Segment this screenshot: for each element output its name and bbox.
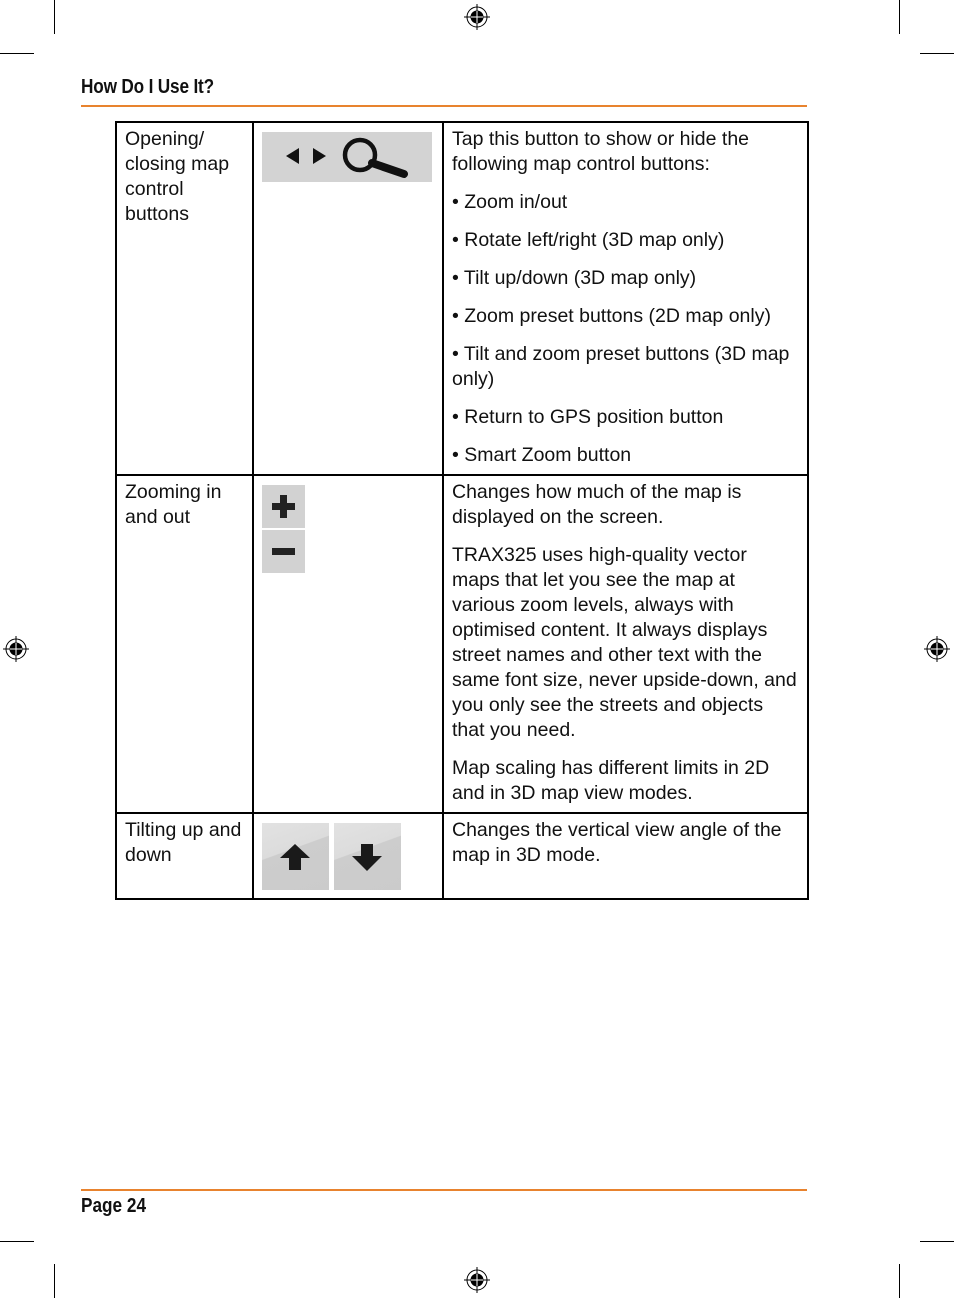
minus-icon bbox=[272, 548, 295, 555]
arrow-up-icon bbox=[280, 844, 310, 870]
arrow-down-icon bbox=[352, 844, 382, 871]
tilt-down-button bbox=[334, 823, 401, 890]
crop-mark bbox=[899, 1264, 900, 1298]
table-row: Tilting up and down Changes the vertical… bbox=[115, 812, 809, 900]
bullet-item: • Tilt up/down (3D map only) bbox=[452, 267, 697, 289]
description-text: Changes the vertical view angle of the m… bbox=[452, 819, 782, 866]
bullet-item: • Zoom in/out bbox=[452, 191, 568, 213]
description-text: Changes how much of the map is displayed… bbox=[452, 481, 742, 528]
header-rule bbox=[81, 105, 807, 107]
bullet-item: • Tilt and zoom preset buttons (3D map o… bbox=[452, 343, 790, 390]
feature-name: Opening/ closing map control buttons bbox=[115, 121, 254, 476]
feature-name: Tilting up and down bbox=[115, 812, 254, 900]
feature-description: Changes how much of the map is displayed… bbox=[442, 474, 809, 814]
feature-icon-cell bbox=[252, 474, 444, 814]
feature-icon-cell bbox=[252, 121, 444, 476]
feature-name: Zooming in and out bbox=[115, 474, 254, 814]
crop-mark bbox=[0, 53, 34, 54]
feature-icon-cell bbox=[252, 812, 444, 900]
zoom-in-button bbox=[262, 485, 305, 528]
table-row: Opening/ closing map control buttons Tap… bbox=[115, 121, 809, 476]
table-row: Zooming in and out Changes how much of t… bbox=[115, 474, 809, 814]
bullet-item: • Rotate left/right (3D map only) bbox=[452, 229, 725, 251]
crop-mark bbox=[0, 1241, 34, 1242]
footer-rule bbox=[81, 1189, 807, 1191]
description-text: Map scaling has different limits in 2D a… bbox=[452, 757, 770, 804]
registration-mark-icon bbox=[464, 1267, 490, 1293]
tilt-up-button bbox=[262, 823, 329, 890]
feature-description: Changes the vertical view angle of the m… bbox=[442, 812, 809, 900]
magnifier-icon bbox=[342, 137, 408, 178]
registration-mark-icon bbox=[924, 636, 950, 662]
description-text: Tap this button to show or hide the foll… bbox=[452, 128, 750, 175]
feature-table: Opening/ closing map control buttons Tap… bbox=[115, 121, 809, 900]
bullet-item: • Zoom preset buttons (2D map only) bbox=[452, 305, 771, 327]
crop-mark bbox=[899, 0, 900, 34]
running-head: How Do I Use It? bbox=[81, 76, 214, 98]
registration-mark-icon bbox=[464, 4, 490, 30]
crop-mark bbox=[54, 1264, 55, 1298]
zoom-out-button bbox=[262, 530, 305, 573]
crop-mark bbox=[54, 0, 55, 34]
feature-description: Tap this button to show or hide the foll… bbox=[442, 121, 809, 476]
plus-icon bbox=[272, 495, 295, 518]
page-number: Page 24 bbox=[81, 1195, 147, 1217]
description-text: TRAX325 uses high-quality vector maps th… bbox=[452, 544, 797, 741]
registration-mark-icon bbox=[3, 636, 29, 662]
crop-mark bbox=[920, 53, 954, 54]
triangle-left-icon bbox=[286, 148, 299, 164]
bullet-item: • Smart Zoom button bbox=[452, 444, 632, 466]
triangle-right-icon bbox=[313, 148, 326, 164]
bullet-item: • Return to GPS position button bbox=[452, 406, 724, 428]
crop-mark bbox=[920, 1241, 954, 1242]
map-controls-toggle-button bbox=[262, 132, 432, 182]
